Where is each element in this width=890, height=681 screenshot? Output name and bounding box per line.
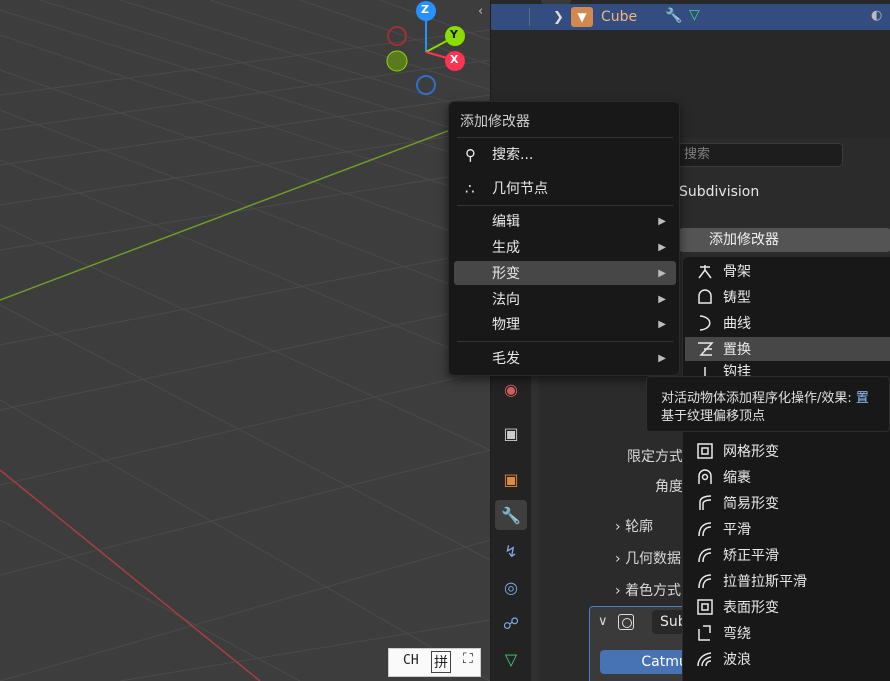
world-tab-icon[interactable]: ◉: [495, 374, 527, 404]
smooth-icon: [698, 522, 712, 537]
gizmo-y-label[interactable]: Y: [450, 28, 458, 41]
menu-title: 添加修改器: [460, 114, 530, 130]
gizmo-x-label[interactable]: X: [450, 53, 458, 66]
tooltip: 对活动物体添加程序化操作/效果: 置 基于纹理偏移顶点: [646, 376, 890, 432]
submenu-arrow-icon: ▶: [658, 293, 666, 305]
simple-deform-icon: [699, 495, 712, 510]
submenu-smooth[interactable]: 平滑: [685, 517, 890, 541]
ime-pinyin-label[interactable]: 拼: [431, 651, 451, 673]
ime-indicator[interactable]: CH 拼 ⛶: [388, 648, 481, 677]
laplacian-smooth-icon: [698, 574, 712, 589]
submenu-surface-deform[interactable]: 表面形变: [685, 595, 890, 619]
section-geometry-data[interactable]: › 几何数据: [615, 548, 681, 568]
submenu-armature[interactable]: 骨架: [685, 259, 890, 283]
properties-search-input[interactable]: 搜索: [677, 143, 843, 167]
geometry-nodes-icon: ∴: [465, 180, 475, 198]
physics-tab-icon[interactable]: ◎: [495, 572, 527, 602]
menu-item-normals[interactable]: 法向 ▶: [454, 287, 676, 311]
submenu-arrow-icon: ▶: [658, 267, 666, 279]
cast-icon: [698, 289, 712, 304]
deform-submenu: 骨架 铸型 曲线 置换 钩挂 网格形变 缩裹 简易形变 平滑 矫正平滑 拉普拉斯…: [682, 256, 890, 681]
subdivision-modifier-icon: [618, 614, 634, 630]
menu-item-geometry-nodes[interactable]: ∴ 几何节点: [454, 176, 676, 200]
curve-icon: [699, 315, 711, 331]
add-modifier-menu: 添加修改器 ⚲ 搜索... ∴ 几何节点 编辑 ▶ 生成 ▶ 形变 ▶ 法向 ▶…: [448, 101, 680, 376]
armature-icon: [698, 265, 712, 279]
ime-mode-label[interactable]: CH: [403, 653, 419, 668]
submenu-cast[interactable]: 铸型: [685, 285, 890, 309]
menu-separator: [457, 205, 673, 206]
menu-item-search[interactable]: ⚲ 搜索...: [454, 142, 676, 166]
3d-viewport[interactable]: Z Y X ‹: [0, 0, 490, 681]
section-shading[interactable]: › 着色方式: [615, 580, 681, 600]
fullscreen-icon[interactable]: ⛶: [463, 651, 473, 667]
y-axis-line: [0, 114, 490, 301]
modifier-wrench-icon[interactable]: 🔧: [665, 8, 682, 24]
submenu-arrow-icon: ▶: [658, 241, 666, 253]
surface-deform-icon: [697, 599, 713, 615]
visibility-icon[interactable]: ◐: [871, 8, 882, 23]
mesh-deform-icon: [697, 443, 713, 459]
search-icon: ⚲: [465, 146, 476, 164]
limit-method-label: 限定方式: [627, 449, 683, 465]
collection-tab-icon[interactable]: ▣: [495, 418, 527, 448]
menu-item-generate[interactable]: 生成 ▶: [454, 235, 676, 259]
submenu-shrinkwrap[interactable]: 缩裹: [685, 465, 890, 489]
modifier-tab-icon[interactable]: 🔧: [495, 500, 527, 530]
particles-tab-icon[interactable]: ↯: [495, 536, 527, 566]
submenu-warp[interactable]: 弯绕: [685, 621, 890, 645]
displace-icon: [698, 342, 714, 356]
shrinkwrap-icon: [698, 469, 712, 484]
x-axis-line: [0, 469, 261, 681]
expand-arrow-icon[interactable]: ❯: [553, 10, 564, 25]
menu-item-edit[interactable]: 编辑 ▶: [454, 209, 676, 233]
submenu-arrow-icon: ▶: [658, 318, 666, 330]
data-tab-icon[interactable]: ▽: [495, 644, 527, 674]
tree-guide: [529, 8, 530, 26]
context-object-name: Subdivision: [679, 184, 760, 200]
tooltip-description: 对活动物体添加程序化操作/效果: 置: [661, 391, 869, 406]
object-name[interactable]: Cube: [601, 9, 637, 25]
menu-separator: [457, 341, 673, 342]
angle-label: 角度: [655, 479, 683, 495]
submenu-mesh-deform[interactable]: 网格形变: [685, 439, 890, 463]
mesh-data-icon[interactable]: ▽: [689, 7, 700, 23]
menu-item-physics[interactable]: 物理 ▶: [454, 312, 676, 336]
object-tab-icon[interactable]: ▣: [495, 464, 527, 494]
submenu-curve[interactable]: 曲线: [685, 311, 890, 335]
constraints-tab-icon[interactable]: ☍: [495, 608, 527, 638]
wave-icon: [697, 652, 712, 667]
navigation-gizmo[interactable]: Z Y X: [380, 0, 480, 100]
corrective-smooth-icon: [698, 548, 712, 563]
menu-item-hair[interactable]: 毛发 ▶: [454, 346, 676, 370]
collapse-chevron-icon[interactable]: ∨: [598, 614, 608, 629]
section-outline[interactable]: › 轮廓: [615, 516, 653, 536]
submenu-hook[interactable]: 钩挂: [685, 363, 890, 377]
submenu-simple-deform[interactable]: 简易形变: [685, 491, 890, 515]
submenu-arrow-icon: ▶: [658, 352, 666, 364]
tooltip-detail: 基于纹理偏移顶点: [661, 409, 766, 424]
submenu-wave[interactable]: 波浪: [685, 647, 890, 671]
submenu-corrective-smooth[interactable]: 矫正平滑: [685, 543, 890, 567]
outliner-row-cube[interactable]: ❯ ▼ Cube 🔧 ▽ ◐: [491, 4, 890, 30]
submenu-displace[interactable]: 置换: [685, 337, 890, 361]
submenu-laplacian-smooth[interactable]: 拉普拉斯平滑: [685, 569, 890, 593]
viewport-grid: [0, 0, 490, 681]
mesh-object-icon: ▼: [571, 7, 593, 27]
warp-icon: [698, 625, 711, 641]
submenu-arrow-icon: ▶: [658, 215, 666, 227]
menu-separator: [457, 137, 673, 138]
sidebar-toggle-icon[interactable]: ‹: [478, 4, 483, 19]
menu-item-deform[interactable]: 形变 ▶: [454, 261, 676, 285]
add-modifier-button[interactable]: 添加修改器: [679, 228, 890, 252]
gizmo-z-label[interactable]: Z: [421, 3, 429, 16]
